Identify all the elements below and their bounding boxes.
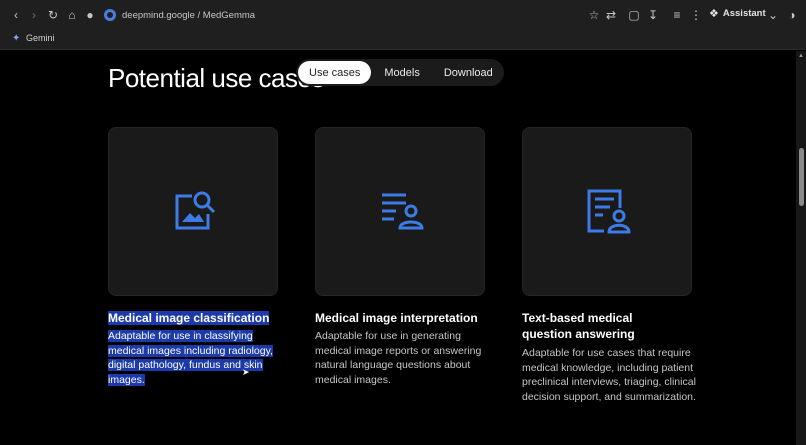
page-scrollbar[interactable] — [796, 51, 806, 445]
bookmark-star-icon[interactable]: ☆ — [586, 7, 602, 23]
site-info-icon[interactable] — [104, 9, 116, 21]
back-icon[interactable]: ‹ — [8, 7, 24, 23]
tab-models[interactable]: Models — [373, 61, 430, 84]
bookmark-label: Gemini — [26, 33, 55, 43]
card-description-classification: Adaptable for use in classifying medical… — [108, 330, 273, 387]
assistant-button[interactable]: ❖ Assistant — [709, 7, 766, 20]
bookmarks-bar: ✦ Gemini — [0, 30, 806, 50]
gemini-icon: ✦ — [12, 32, 21, 44]
scrollbar-thumb[interactable] — [799, 148, 804, 206]
list-person-icon — [382, 193, 424, 230]
extensions-icon[interactable]: ▢ — [626, 7, 642, 23]
use-case-card-interpretation — [315, 127, 485, 296]
mouse-cursor-icon: ➤ — [242, 367, 250, 377]
chevron-down-icon[interactable]: ⌄ — [765, 7, 781, 23]
card-title-question-answering: Text-based medical question answering — [522, 311, 635, 341]
reload-icon[interactable]: ↻ — [45, 7, 61, 23]
use-case-card-question-answering — [522, 127, 692, 296]
forward-icon[interactable]: › — [26, 7, 42, 23]
address-bar[interactable]: deepmind.google / MedGemma — [104, 5, 255, 25]
image-search-icon — [175, 191, 216, 230]
card-title-interpretation: Medical image interpretation — [315, 311, 478, 325]
card-description-question-answering: Adaptable for use cases that require med… — [522, 347, 696, 404]
microphone-icon[interactable]: ● — [82, 7, 98, 23]
assistant-label: Assistant — [722, 8, 766, 19]
home-icon[interactable]: ⌂ — [64, 7, 80, 23]
page-content: Potential use cases Use cases Models Dow… — [0, 51, 796, 445]
tab-use-cases[interactable]: Use cases — [298, 61, 372, 84]
tab-download[interactable]: Download — [433, 61, 504, 84]
scroll-up-icon[interactable]: ▲ — [798, 53, 804, 59]
menu-lines-icon[interactable]: ≡ — [669, 7, 685, 23]
download-icon[interactable]: ↧ — [645, 7, 661, 23]
section-tabs: Use cases Models Download — [296, 59, 504, 86]
card-description-interpretation: Adaptable for use in generating medical … — [315, 330, 482, 387]
bookmark-gemini[interactable]: ✦ Gemini — [12, 33, 55, 43]
use-case-card-classification — [108, 127, 278, 296]
share-icon[interactable]: ⇄ — [603, 7, 619, 23]
voice-wave-icon[interactable]: ⋮ — [688, 7, 704, 23]
card-title-classification: Medical image classification — [108, 311, 270, 325]
section-title: Potential use cases — [108, 63, 324, 93]
document-person-icon — [587, 189, 631, 234]
profile-icon[interactable]: ◑ — [784, 7, 800, 23]
browser-toolbar: ‹ › ↻ ⌂ ● deepmind.google / MedGemma ☆ ⇄… — [0, 0, 806, 30]
address-text: deepmind.google / MedGemma — [122, 9, 256, 21]
assistant-icon: ❖ — [709, 8, 719, 20]
